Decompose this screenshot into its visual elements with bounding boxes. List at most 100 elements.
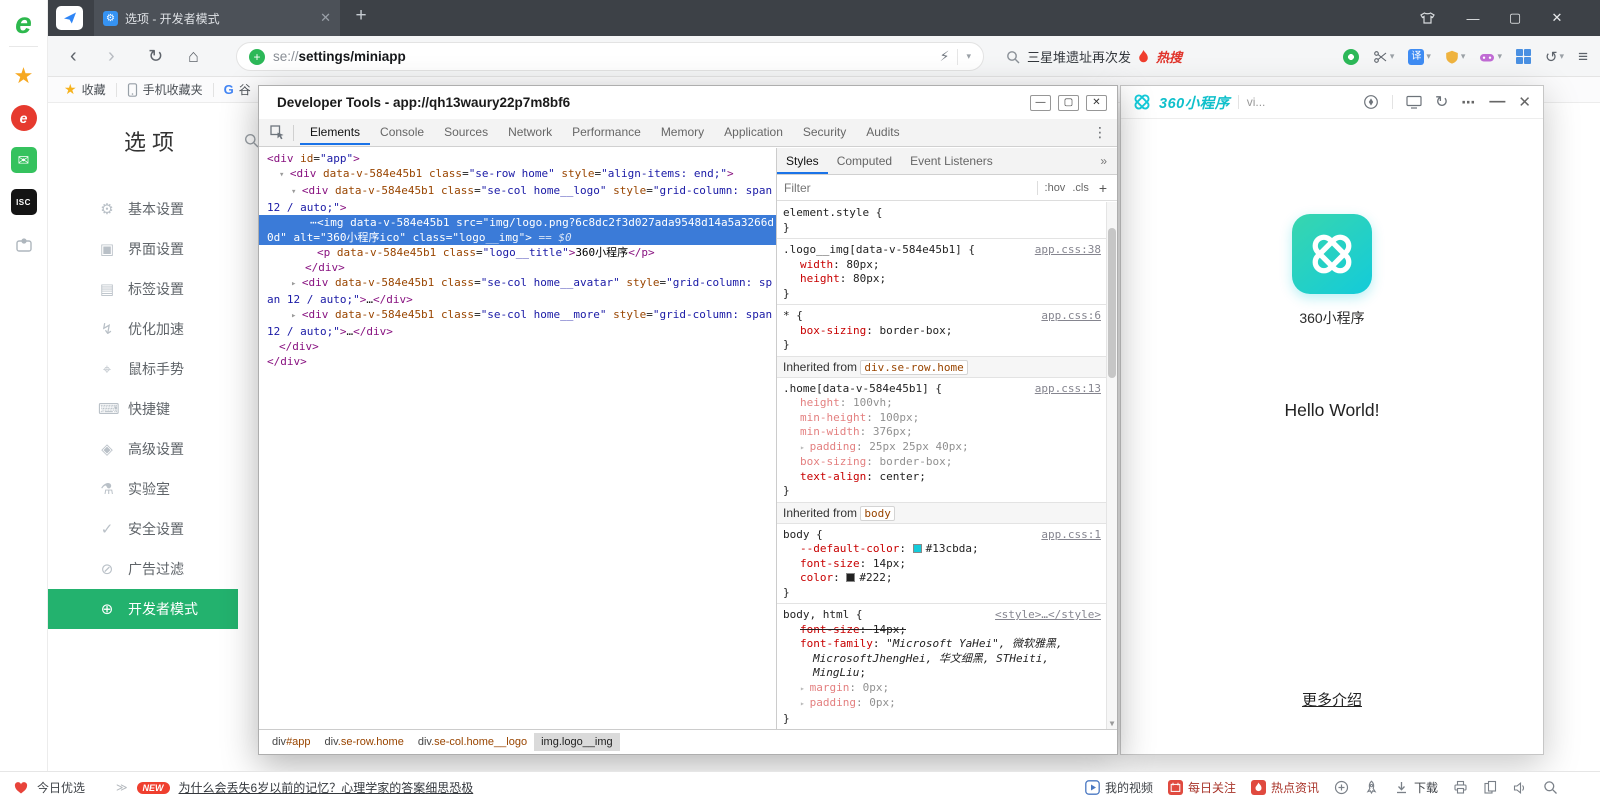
styles-tab-styles[interactable]: Styles <box>777 148 828 174</box>
breadcrumb-div.se-col.home__logo[interactable]: div.se-col.home__logo <box>411 733 534 751</box>
more-info-link[interactable]: 更多介绍 <box>1121 689 1543 710</box>
isc-icon[interactable]: ISC <box>11 189 37 215</box>
360-safe-icon[interactable]: e <box>11 105 37 131</box>
devtools-tab-elements[interactable]: Elements <box>300 120 370 145</box>
sidebar-item-实验室[interactable]: ⚗实验室 <box>48 469 238 509</box>
dom-node[interactable]: </div> <box>267 354 774 369</box>
booster-rocket-icon[interactable] <box>1364 780 1379 795</box>
devtools-tab-sources[interactable]: Sources <box>434 120 498 145</box>
devtools-tab-security[interactable]: Security <box>793 120 856 145</box>
mail-icon[interactable]: ✉ <box>11 147 37 173</box>
dom-node[interactable]: </div> <box>267 339 774 354</box>
breadcrumb-img.logo__img[interactable]: img.logo__img <box>534 733 620 751</box>
forward-icon[interactable]: › <box>108 44 115 68</box>
css-property[interactable]: font-size: 14px; <box>783 623 1098 638</box>
css-property[interactable]: ▸ margin: 0px; <box>783 681 1098 697</box>
devtools-tab-audits[interactable]: Audits <box>856 120 909 145</box>
sidebar-item-快捷键[interactable]: ⌨快捷键 <box>48 389 238 429</box>
css-source-link[interactable]: app.css:1 <box>1041 528 1101 543</box>
dom-node[interactable]: ▾ <div data-v-584e45b1 class="se-col hom… <box>267 183 774 215</box>
sidebar-item-鼠标手势[interactable]: ⌖鼠标手势 <box>48 349 238 389</box>
css-property[interactable]: color: #222; <box>783 571 1098 586</box>
styles-scrollbar[interactable]: ▼ <box>1106 202 1117 729</box>
my-videos-button[interactable]: 我的视频 <box>1085 779 1153 796</box>
shield-icon[interactable]: ▾ <box>1445 50 1466 64</box>
miniapp-close-icon[interactable]: ✕ <box>1518 93 1531 111</box>
download-button[interactable]: 下载 <box>1394 779 1438 796</box>
back-icon[interactable]: ‹ <box>70 44 77 68</box>
compass-icon[interactable] <box>1363 94 1379 110</box>
css-source-link[interactable]: app.css:6 <box>1041 309 1101 324</box>
skin-theme-icon[interactable] <box>1412 0 1442 36</box>
css-property[interactable]: font-size: 14px; <box>783 557 1098 572</box>
css-property[interactable]: height: 80px; <box>783 272 1098 287</box>
safe-wallet-icon[interactable] <box>1343 49 1359 65</box>
dom-node[interactable]: ▾ <div data-v-584e45b1 class="se-row hom… <box>267 166 774 183</box>
miniapp-minimize-icon[interactable]: — <box>1489 93 1505 111</box>
refresh-icon[interactable]: ↻ <box>148 44 163 68</box>
minimize-button[interactable]: — <box>1458 0 1488 36</box>
styles-filter-input[interactable] <box>784 181 1030 195</box>
copy-page-icon[interactable] <box>1483 780 1498 795</box>
dom-node[interactable]: <p data-v-584e45b1 class="logo__title">3… <box>267 245 774 260</box>
css-property[interactable]: width: 80px; <box>783 258 1098 273</box>
quick-launch-button[interactable] <box>56 6 83 30</box>
css-source-link[interactable]: app.css:13 <box>1035 382 1101 397</box>
page-search-icon[interactable] <box>1543 780 1558 795</box>
style-rule[interactable]: .home[data-v-584e45b1] {app.css:13height… <box>777 378 1106 503</box>
scrollbar-down-icon[interactable]: ▼ <box>1107 719 1117 728</box>
new-tab-button[interactable]: + <box>348 5 374 27</box>
sidebar-item-标签设置[interactable]: ▤标签设置 <box>48 269 238 309</box>
search-box[interactable]: 三星堆遗址再次发 热搜 <box>996 42 1192 71</box>
style-rule[interactable]: * {app.css:6box-sizing: border-box;} <box>777 305 1106 357</box>
address-dropdown-icon[interactable]: ▾ <box>966 51 971 62</box>
sidebar-item-优化加速[interactable]: ↯优化加速 <box>48 309 238 349</box>
css-property[interactable]: font-family: "Microsoft YaHei", 微软雅黑, Mi… <box>783 637 1098 681</box>
screenshot-scissors-icon[interactable]: ▾ <box>1373 50 1395 64</box>
sidebar-item-基本设置[interactable]: ⚙基本设置 <box>48 189 238 229</box>
css-source-link[interactable]: <style>…</style> <box>995 608 1101 623</box>
devtools-maximize-button[interactable]: ▢ <box>1058 95 1079 111</box>
devtools-tab-console[interactable]: Console <box>370 120 434 145</box>
sidebar-item-开发者模式[interactable]: ⊕开发者模式 <box>48 589 238 629</box>
style-rule[interactable]: body, html {<style>…</style>font-size: 1… <box>777 604 1106 729</box>
bookmark-google[interactable]: G 谷 <box>224 81 251 98</box>
devtools-more-icon[interactable]: ⋮ <box>1089 124 1111 141</box>
tab-close-icon[interactable]: ✕ <box>320 10 331 26</box>
style-rule[interactable]: body {app.css:1--default-color: #13cbda;… <box>777 524 1106 605</box>
devtools-tab-memory[interactable]: Memory <box>651 120 714 145</box>
site-badge-icon[interactable]: + <box>249 49 265 65</box>
add-circle-icon[interactable] <box>1334 780 1349 795</box>
breadcrumb-div.se-row.home[interactable]: div.se-row.home <box>318 733 411 751</box>
screencast-icon[interactable] <box>1406 95 1422 109</box>
undo-icon[interactable]: ↺▾ <box>1545 48 1564 66</box>
pseudo-state-toggle[interactable]: :hov <box>1045 182 1066 194</box>
daily-pick-button[interactable]: 今日优选 <box>37 779 85 796</box>
overflow-chevron-icon[interactable]: » <box>1100 154 1107 168</box>
lightning-icon[interactable]: ⚡ <box>940 48 950 65</box>
home-icon[interactable]: ⌂ <box>188 44 199 68</box>
apps-grid-icon[interactable] <box>1516 49 1531 64</box>
inherited-node-link[interactable]: div.se-row.home <box>860 360 967 375</box>
dom-node[interactable]: ▸ <div data-v-584e45b1 class="se-col hom… <box>267 275 774 307</box>
game-controller-icon[interactable]: ▾ <box>1479 50 1502 64</box>
css-property[interactable]: --default-color: #13cbda; <box>783 542 1098 557</box>
color-swatch[interactable] <box>846 573 855 582</box>
translate-icon[interactable]: 译▾ <box>1408 49 1431 65</box>
devtools-close-button[interactable]: ✕ <box>1086 95 1107 111</box>
dom-node[interactable]: <div id="app"> <box>267 151 774 166</box>
maximize-button[interactable]: ▢ <box>1500 0 1530 36</box>
sidebar-item-安全设置[interactable]: ✓安全设置 <box>48 509 238 549</box>
miniapp-titlebar[interactable]: 360小程序 vi... ↻ ⋯ — ✕ <box>1121 86 1543 119</box>
favorites-star-icon[interactable]: ★ <box>11 63 37 89</box>
css-property[interactable]: box-sizing: border-box; <box>783 455 1098 470</box>
css-property[interactable]: height: 100vh; <box>783 396 1098 411</box>
expand-chevron-icon[interactable]: ≫ <box>116 781 128 794</box>
dom-node-selected[interactable]: ⋯<img data-v-584e45b1 src="img/logo.png?… <box>259 215 776 245</box>
headline-link[interactable]: 为什么会丢失6岁以前的记忆？心理学家的答案细思恐极 <box>179 779 474 796</box>
hot-search-label[interactable]: 热搜 <box>1156 47 1182 66</box>
close-button[interactable]: ✕ <box>1542 0 1572 36</box>
css-property[interactable]: ▸ padding: 0px; <box>783 696 1098 712</box>
search-hotword[interactable]: 三星堆遗址再次发 <box>1027 47 1131 66</box>
speaker-icon[interactable] <box>1513 781 1528 795</box>
